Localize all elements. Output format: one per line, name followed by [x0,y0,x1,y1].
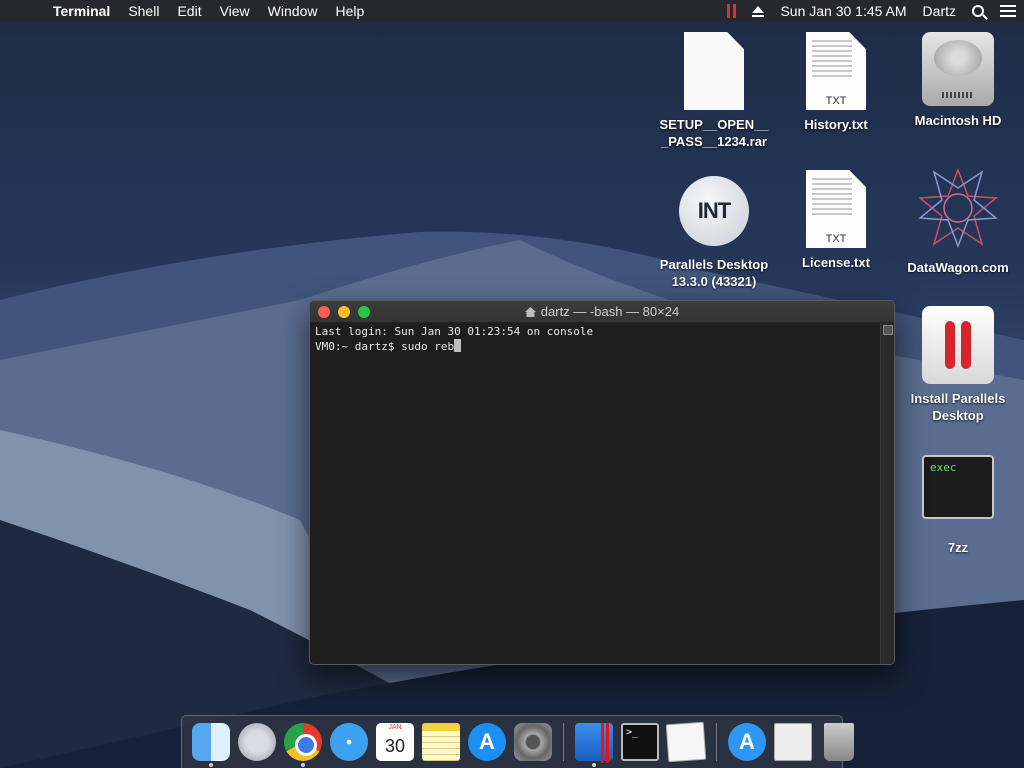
dock-terminal-icon[interactable]: >_ [621,723,659,761]
file-type-tag: TXT [825,233,847,245]
notification-center-icon[interactable] [1000,5,1016,17]
menu-view[interactable]: View [211,0,259,22]
desktop-icon-license-txt[interactable]: TXT License.txt [771,170,901,271]
terminal-line: VM0:~ dartz$ sudo reb [315,340,455,353]
parallels-desktop-app-icon: INT [679,176,749,246]
terminal-title: dartz — -bash — 80×24 [540,304,680,319]
desktop-icon-label: Install Parallels Desktop [910,391,1006,423]
desktop-icon-macintosh-hd[interactable]: Macintosh HD [893,32,1023,129]
menu-window[interactable]: Window [259,0,327,22]
dock-calendar-icon[interactable]: JAN 30 [376,723,414,761]
dock-app-store-icon[interactable]: A [468,723,506,761]
dock-launchpad-icon[interactable] [238,723,276,761]
dock-document-icon[interactable] [774,723,812,761]
home-folder-icon [524,307,536,317]
desktop-icon-label: Parallels Desktop 13.3.0 (43321) [659,257,769,289]
dock: JAN 30 A >_ A [181,715,854,768]
file-type-tag: TXT [825,95,847,107]
spotlight-search-icon[interactable] [972,5,984,17]
dock-system-preferences-icon[interactable] [514,723,552,761]
calendar-month: JAN [388,724,402,731]
install-parallels-icon [922,306,994,384]
hard-drive-icon [922,32,994,106]
running-indicator [592,763,596,767]
calendar-day: 30 [384,736,406,756]
dock-notes-icon[interactable] [422,723,460,761]
terminal-titlebar[interactable]: dartz — -bash — 80×24 [310,301,894,323]
blank-document-icon [684,32,744,110]
dock-separator [563,723,564,761]
terminal-output[interactable]: Last login: Sun Jan 30 01:23:54 on conso… [310,323,880,664]
desktop-icon-setup-rar[interactable]: SETUP__OPEN__ _PASS__1234.rar [649,32,779,150]
dock-textedit-icon[interactable] [665,721,707,763]
menu-shell[interactable]: Shell [119,0,168,22]
dock-trash-icon[interactable] [824,723,854,761]
dock-chrome-icon[interactable] [284,723,322,767]
terminal-scrollbar[interactable] [880,323,894,664]
desktop-icon-history-txt[interactable]: TXT History.txt [771,32,901,133]
desktop-icon-label: SETUP__OPEN__ _PASS__1234.rar [659,117,769,149]
parallels-status-icon[interactable] [727,4,737,18]
menubar-user[interactable]: Dartz [923,3,956,19]
menu-edit[interactable]: Edit [168,0,210,22]
text-document-icon: TXT [806,32,866,110]
running-indicator [301,763,305,767]
desktop-icon-parallels-desktop[interactable]: INT Parallels Desktop 13.3.0 (43321) [649,176,779,290]
running-indicator [209,763,213,767]
terminal-window[interactable]: dartz — -bash — 80×24 Last login: Sun Ja… [309,300,895,665]
exec-icon: exec [922,455,994,519]
scroll-button-icon[interactable] [882,325,893,335]
menu-help[interactable]: Help [326,0,373,22]
app-menu[interactable]: Terminal [44,0,119,22]
desktop-icon-label: 7zz [947,540,969,555]
dock-safari-icon[interactable] [330,723,368,761]
terminal-prompt-line: VM0:~ dartz$ sudo reb [315,339,875,354]
desktop-icon-install-parallels[interactable]: Install Parallels Desktop [893,306,1023,424]
eject-icon[interactable] [752,5,765,17]
desktop-icon-datawagon[interactable]: DataWagon.com [893,167,1023,276]
menubar-clock[interactable]: Sun Jan 30 1:45 AM [780,3,906,19]
dock-separator [716,723,717,761]
dock-app-store-download-icon[interactable]: A [728,723,766,761]
desktop-icon-label: DataWagon.com [907,260,1009,275]
star-pattern-icon [918,167,998,249]
text-document-icon: TXT [806,170,866,248]
menu-bar: Terminal Shell Edit View Window Help Sun… [0,0,1024,22]
desktop-icon-label: Macintosh HD [914,113,1002,128]
dock-parallels-desktop-icon[interactable] [575,723,613,767]
text-cursor [454,339,462,352]
dock-finder-icon[interactable] [192,723,230,767]
terminal-line: Last login: Sun Jan 30 01:23:54 on conso… [315,325,594,338]
desktop-icon-7zz[interactable]: exec 7zz [893,455,1023,556]
desktop-icon-label: History.txt [804,117,868,132]
desktop-icon-label: License.txt [802,255,870,270]
